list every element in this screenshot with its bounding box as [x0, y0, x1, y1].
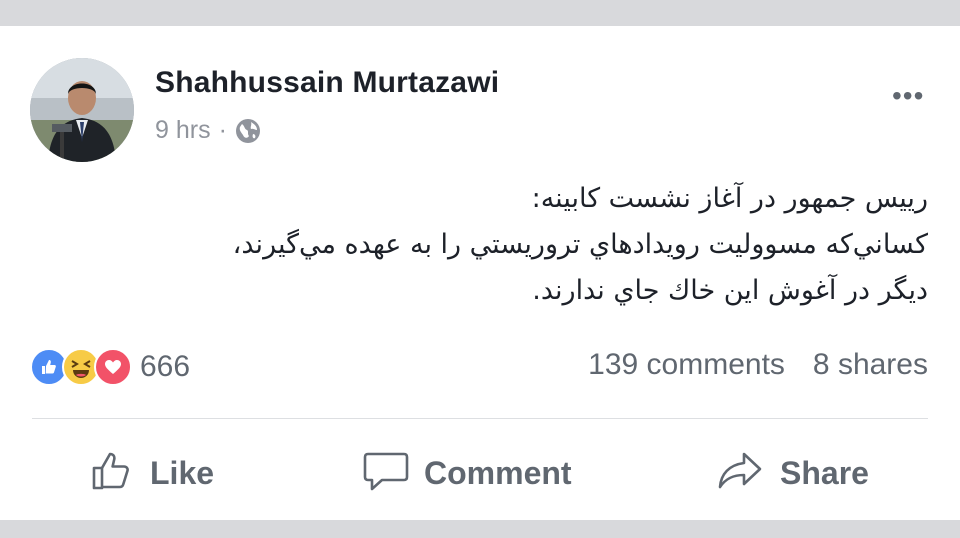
reaction-count[interactable]: 666	[140, 350, 190, 384]
author-name[interactable]: Shahhussain Murtazawi	[155, 66, 499, 100]
avatar[interactable]	[30, 58, 134, 162]
thumbs-up-icon	[90, 448, 136, 499]
post-time[interactable]: 9 hrs	[155, 116, 211, 145]
comment-label: Comment	[424, 454, 572, 491]
love-icon	[94, 348, 132, 386]
actions-divider	[32, 418, 928, 419]
like-label: Like	[150, 454, 215, 491]
engagement-counts: 139 comments 8 shares	[588, 348, 928, 382]
like-button[interactable]: Like	[90, 438, 214, 508]
avatar-photo	[30, 58, 134, 162]
bottom-feed-gap	[0, 520, 960, 538]
shares-count-link[interactable]: 8 shares	[813, 348, 928, 382]
globe-icon[interactable]	[235, 118, 261, 144]
post-card: Shahhussain Murtazawi 9 hrs · ••• رییس ج…	[0, 26, 960, 520]
comments-count-link[interactable]: 139 comments	[588, 348, 785, 382]
post-actions-bar: Like Comment Share	[0, 438, 960, 508]
reactions-summary[interactable]: 666	[30, 346, 190, 388]
post-text-line: رییس جمهور در آغاز نشست کابینه:	[531, 183, 928, 214]
meta-separator: ·	[218, 116, 227, 144]
share-arrow-icon	[716, 448, 766, 499]
more-options-button[interactable]: •••	[892, 80, 924, 112]
post-text-line: دیگر در آغوش این خاك جاي ندارند.	[532, 275, 928, 306]
post-body: رییس جمهور در آغاز نشست کابینه: کساني‌که…	[48, 176, 928, 314]
post-meta: 9 hrs ·	[155, 116, 261, 145]
share-button[interactable]: Share	[716, 438, 869, 508]
top-feed-gap	[0, 0, 960, 26]
share-label: Share	[780, 454, 869, 491]
comment-button[interactable]: Comment	[362, 438, 572, 508]
post-text-line: کساني‌که مسوولیت رویدادهاي تروریستي را ب…	[232, 229, 928, 260]
comment-bubble-icon	[362, 448, 410, 499]
